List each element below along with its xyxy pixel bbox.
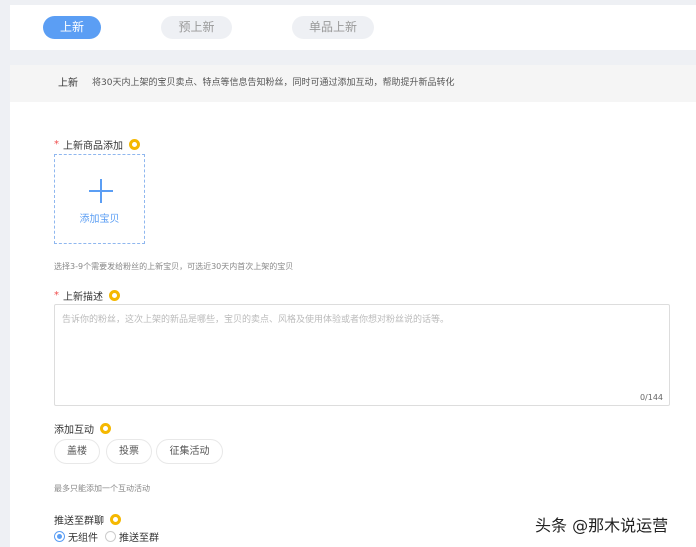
push-label-text: 推送至群聊 xyxy=(54,516,104,527)
add-product-button[interactable]: 添加宝贝 xyxy=(54,154,145,244)
watermark: 头条 @那木说运营 xyxy=(535,516,669,535)
push-radio-group: 无组件 推送至群 xyxy=(54,529,159,544)
tab-pre-new[interactable]: 预上新 xyxy=(161,16,232,39)
product-hint: 选择3-9个需要发给粉丝的上新宝贝，可选近30天内首次上架的宝贝 xyxy=(54,262,294,271)
add-product-label: 添加宝贝 xyxy=(79,214,120,225)
tab-single-new[interactable]: 单品上新 xyxy=(292,16,374,39)
tab-bar: 上新 预上新 单品上新 xyxy=(10,5,696,50)
desc-placeholder: 告诉你的粉丝，这次上架的新品是哪些，宝贝的卖点、风格及使用体验或者你想对粉丝说的… xyxy=(62,315,450,325)
interaction-option-collect[interactable]: 征集活动 xyxy=(156,439,223,464)
tab-new[interactable]: 上新 xyxy=(43,16,101,39)
push-label: 推送至群聊 xyxy=(54,512,121,527)
radio-label: 无组件 xyxy=(68,533,98,544)
info-title: 上新 xyxy=(58,78,78,89)
interaction-option-building[interactable]: 盖楼 xyxy=(54,439,100,464)
radio-label: 推送至群 xyxy=(119,533,159,544)
interaction-label-text: 添加互动 xyxy=(54,425,94,436)
info-desc: 将30天内上架的宝贝卖点、特点等信息告知粉丝，同时可通过添加互动，帮助提升新品转… xyxy=(92,78,455,88)
required-mark: * xyxy=(54,139,59,150)
char-count: 0/144 xyxy=(639,393,663,402)
interaction-hint: 最多只能添加一个互动活动 xyxy=(54,484,150,493)
product-label: * 上新商品添加 xyxy=(54,137,140,152)
help-icon[interactable] xyxy=(129,139,140,150)
product-label-text: 上新商品添加 xyxy=(63,141,123,152)
plus-icon xyxy=(89,179,113,203)
interaction-label: 添加互动 xyxy=(54,421,111,436)
interaction-option-vote[interactable]: 投票 xyxy=(106,439,152,464)
help-icon[interactable] xyxy=(110,514,121,525)
required-mark: * xyxy=(54,290,59,301)
help-icon[interactable] xyxy=(109,290,120,301)
desc-textarea[interactable]: 告诉你的粉丝，这次上架的新品是哪些，宝贝的卖点、风格及使用体验或者你想对粉丝说的… xyxy=(54,304,670,406)
form: * 上新商品添加 添加宝贝 选择3-9个需要发给粉丝的上新宝贝，可选近30天内首… xyxy=(10,102,696,547)
info-bar: 上新 将30天内上架的宝贝卖点、特点等信息告知粉丝，同时可通过添加互动，帮助提升… xyxy=(10,65,696,102)
radio-no-component[interactable] xyxy=(54,531,65,542)
help-icon[interactable] xyxy=(100,423,111,434)
desc-label-text: 上新描述 xyxy=(63,292,103,303)
desc-label: * 上新描述 xyxy=(54,288,120,303)
radio-push-group[interactable] xyxy=(105,531,116,542)
